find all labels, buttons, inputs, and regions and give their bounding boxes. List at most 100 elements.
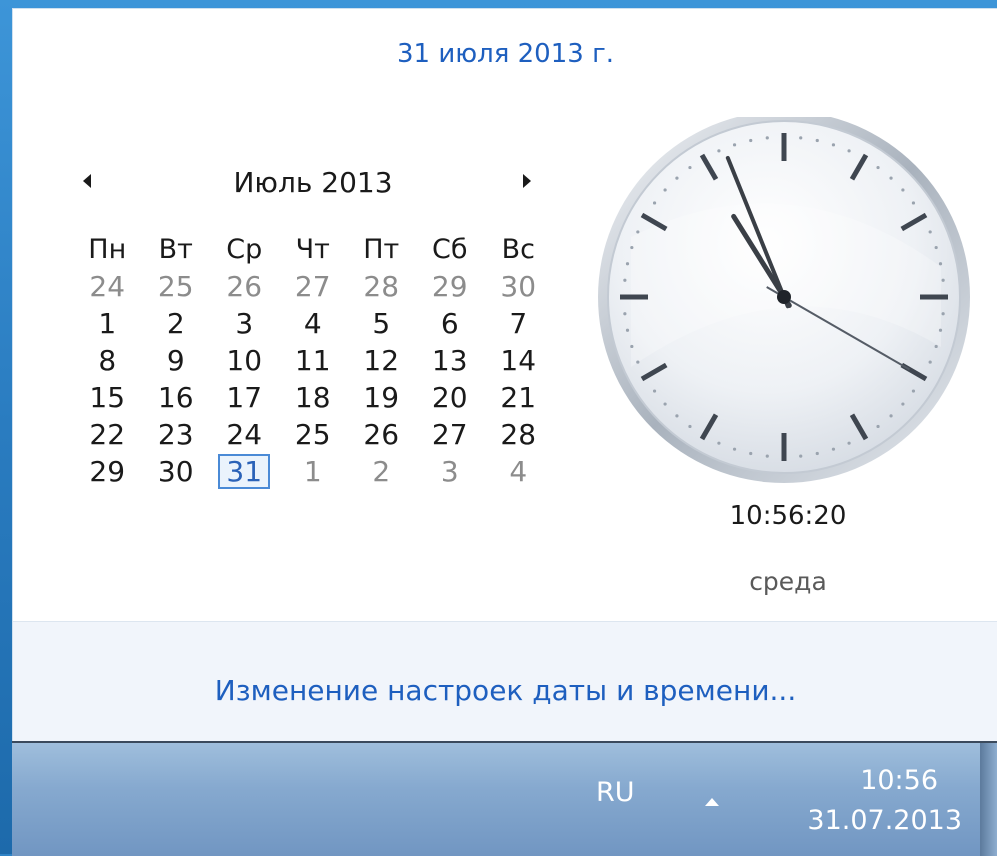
clock-minute-dot (630, 245, 634, 250)
clock-minute-dot (630, 344, 634, 349)
calendar-day[interactable]: 3 (416, 455, 485, 488)
calendar-day[interactable]: 29 (73, 455, 142, 488)
clock-minute-dot (623, 278, 627, 282)
calendar-day[interactable]: 3 (210, 307, 279, 340)
clock-minute-dot (901, 188, 905, 192)
calendar-day[interactable]: 15 (73, 381, 142, 414)
calendar-day[interactable]: 24 (73, 270, 142, 303)
calendar-day[interactable]: 24 (210, 418, 279, 451)
calendar-day[interactable]: 5 (347, 307, 416, 340)
clock-minute-dot (911, 201, 916, 205)
clock-minute-dot (675, 176, 679, 180)
clock-minute-dot (847, 441, 851, 445)
clock-minute-dot (749, 138, 753, 143)
clock-minute-dot (876, 424, 880, 429)
clock-minute-dot (928, 230, 932, 234)
clock-minute-dot (625, 328, 630, 332)
change-date-time-settings-link[interactable]: Изменение настроек даты и времени... (13, 674, 997, 707)
calendar-day[interactable]: 29 (416, 270, 485, 303)
clock-minute-dot (675, 414, 679, 418)
clock-minute-dot (934, 245, 938, 250)
calendar-day[interactable]: 27 (279, 270, 348, 303)
current-date-link[interactable]: 31 июля 2013 г. (13, 39, 997, 69)
calendar-day[interactable]: 30 (142, 455, 211, 488)
calendar-week-row: 29 30 31 1 2 3 4 (73, 453, 553, 490)
calendar-day[interactable]: 9 (142, 344, 211, 377)
clock-minute-dot (636, 360, 640, 364)
calendar-day[interactable]: 14 (484, 344, 553, 377)
calendar-day[interactable]: 17 (210, 381, 279, 414)
calendar-day[interactable]: 23 (142, 418, 211, 451)
clock-minute-dot (688, 424, 692, 429)
calendar-day[interactable]: 26 (210, 270, 279, 303)
calendar-day[interactable]: 20 (416, 381, 485, 414)
calendar-day[interactable]: 6 (416, 307, 485, 340)
calendar-day[interactable]: 4 (484, 455, 553, 488)
language-indicator[interactable]: RU (596, 777, 635, 808)
clock-minute-dot (928, 360, 932, 364)
calendar-day[interactable]: 1 (279, 455, 348, 488)
clock-minute-dot (934, 344, 938, 349)
clock-minute-dot (663, 402, 667, 406)
clock-minute-dot (765, 454, 769, 458)
calendar-day[interactable]: 19 (347, 381, 416, 414)
triangle-up-icon[interactable] (702, 795, 722, 809)
calendar-day[interactable]: 26 (347, 418, 416, 451)
clock-minute-dot (847, 149, 851, 153)
taskbar-clock[interactable]: 10:56 31.07.2013 (772, 761, 962, 841)
calendar-week-row: 24 25 26 27 28 29 30 (73, 268, 553, 305)
taskbar-date: 31.07.2013 (807, 805, 962, 836)
clock-minute-dot (663, 188, 667, 192)
calendar-day[interactable]: 18 (279, 381, 348, 414)
calendar-day[interactable]: 16 (142, 381, 211, 414)
calendar-day[interactable]: 28 (347, 270, 416, 303)
clock-minute-dot (911, 389, 916, 393)
calendar-day[interactable]: 12 (347, 344, 416, 377)
date-time-flyout: 31 июля 2013 г. Июль 2013 Пн Вт Ср Чт Пт Сб Вс… (12, 8, 997, 742)
clock-minute-dot (652, 389, 657, 393)
calendar-day[interactable]: 25 (142, 270, 211, 303)
calendar-day[interactable]: 10 (210, 344, 279, 377)
calendar-week-row: 22 23 24 25 26 27 28 (73, 416, 553, 453)
calendar-day[interactable]: 22 (73, 418, 142, 451)
calendar-grid: Пн Вт Ср Чт Пт Сб Вс 24 25 26 27 28 29 30 1 2 3 4 5 6 7 8 9 10… (73, 231, 553, 490)
calendar-day[interactable]: 21 (484, 381, 553, 414)
clock-minute-dot (938, 328, 943, 332)
calendar-day[interactable]: 2 (347, 455, 416, 488)
clock-minute-dot (889, 176, 893, 180)
clock-minute-dot (831, 447, 836, 451)
weekday-header-cell: Ср (226, 234, 263, 265)
calendar-day[interactable]: 2 (142, 307, 211, 340)
clock-minute-dot (688, 165, 692, 170)
clock-minute-dot (623, 312, 627, 316)
clock-minute-dot (815, 451, 819, 456)
clock-minute-dot (876, 165, 880, 170)
calendar-day[interactable]: 1 (73, 307, 142, 340)
analog-clock (598, 117, 970, 483)
clock-minute-dot (717, 149, 721, 153)
triangle-right-icon[interactable] (517, 170, 537, 192)
clock-minute-dot (652, 201, 657, 205)
calendar-day[interactable]: 28 (484, 418, 553, 451)
calendar-day-today[interactable]: 31 (210, 454, 279, 489)
show-desktop-button[interactable] (980, 743, 997, 856)
calendar-month-title[interactable]: Июль 2013 (73, 166, 553, 199)
calendar-day[interactable]: 27 (416, 418, 485, 451)
calendar-day[interactable]: 25 (279, 418, 348, 451)
calendar-day[interactable]: 4 (279, 307, 348, 340)
weekday-label: среда (749, 567, 827, 596)
calendar-day[interactable]: 8 (73, 344, 142, 377)
clock-minute-dot (941, 278, 945, 282)
calendar-day[interactable]: 11 (279, 344, 348, 377)
clock-minute-dot (815, 138, 819, 143)
clock-center-pin (777, 290, 791, 304)
taskbar-time: 10:56 (860, 765, 938, 796)
calendar-day[interactable]: 13 (416, 344, 485, 377)
calendar-day[interactable]: 7 (484, 307, 553, 340)
calendar-day[interactable]: 30 (484, 270, 553, 303)
clock-minute-dot (765, 136, 769, 140)
clock-minute-dot (941, 312, 945, 316)
clock-minute-dot (799, 454, 803, 458)
clock-minute-dot (732, 143, 737, 147)
taskbar: RU 10:56 31.07.2013 (12, 741, 997, 856)
